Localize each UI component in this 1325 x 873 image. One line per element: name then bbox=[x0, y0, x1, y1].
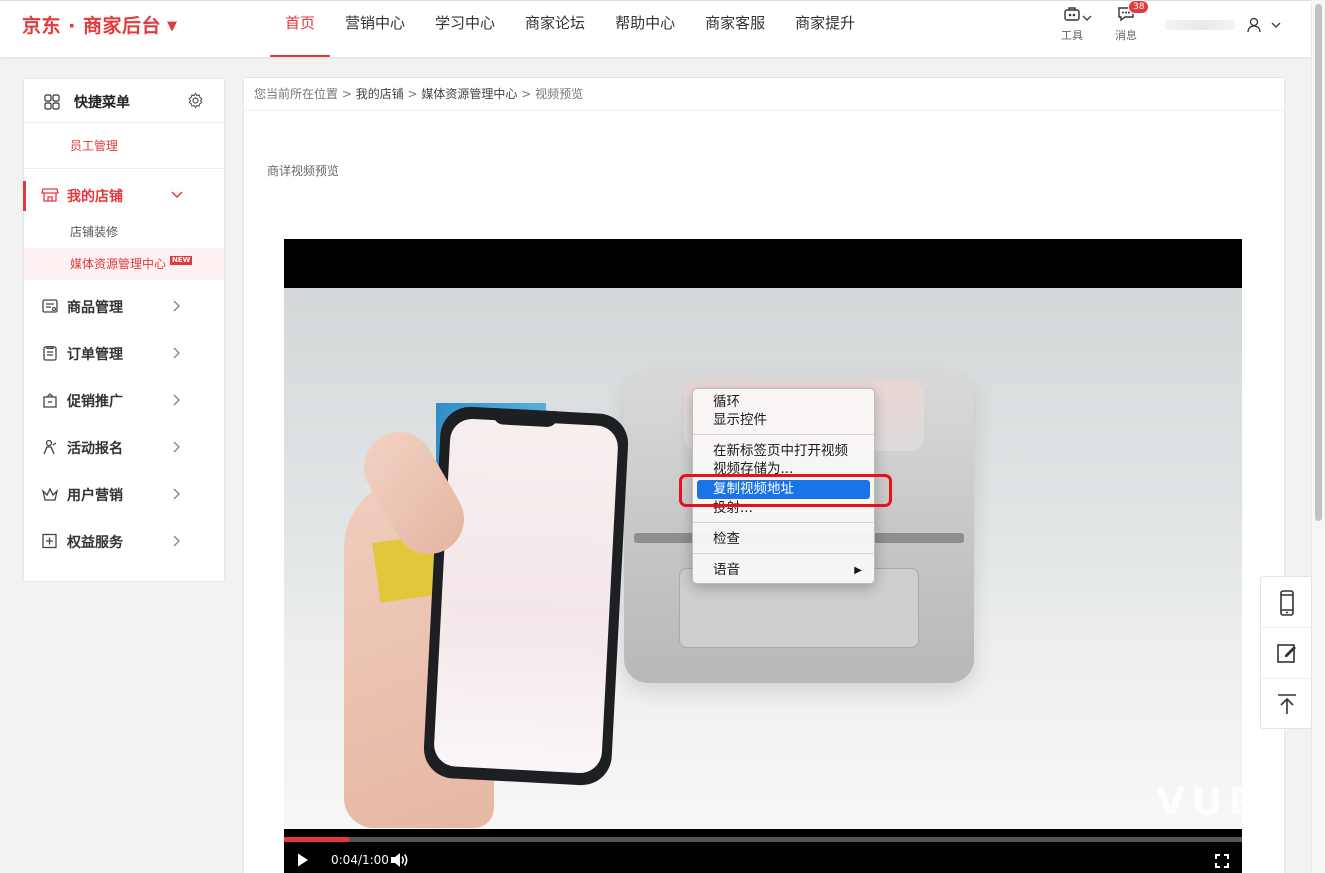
divider bbox=[693, 434, 874, 435]
plus-box-icon bbox=[42, 533, 57, 549]
product-icon bbox=[42, 299, 58, 313]
messages-label: 消息 bbox=[1115, 29, 1137, 42]
chevron-down-icon bbox=[171, 191, 183, 199]
nav-help-center[interactable]: 帮助中心 bbox=[600, 1, 690, 57]
ctx-speech-label: 语音 bbox=[713, 562, 740, 578]
ctx-open-in-new-tab[interactable]: 在新标签页中打开视频 bbox=[693, 442, 874, 461]
breadcrumb-current: 视频预览 bbox=[535, 87, 584, 101]
message-count-badge: 38 bbox=[1128, 0, 1150, 14]
ctx-inspect[interactable]: 检查 bbox=[693, 530, 874, 549]
play-icon[interactable] bbox=[296, 852, 310, 868]
nav-learning-center[interactable]: 学习中心 bbox=[420, 1, 510, 57]
sidebar-item-user-marketing[interactable]: 用户营销 bbox=[24, 475, 224, 515]
ctx-loop[interactable]: 循环 bbox=[693, 393, 874, 412]
crown-icon bbox=[41, 487, 59, 501]
mobile-phone-icon bbox=[1280, 590, 1294, 616]
grid-icon bbox=[44, 94, 60, 110]
sidebar-item-label: 权益服务 bbox=[67, 535, 123, 551]
back-to-top-button[interactable] bbox=[1261, 679, 1311, 730]
sidebar-item-label: 活动报名 bbox=[67, 441, 123, 457]
chevron-right-icon bbox=[173, 441, 180, 453]
sidebar-subitem-store-decoration[interactable]: 店铺装修 bbox=[24, 216, 224, 248]
chevron-right-icon bbox=[173, 535, 180, 547]
sidebar-subitem-label: 媒体资源管理中心 bbox=[70, 257, 167, 271]
chevron-down-icon bbox=[1271, 22, 1281, 28]
tools-button[interactable]: 工具 bbox=[1052, 6, 1092, 43]
sidebar-subitem-label: 店铺装修 bbox=[70, 225, 119, 239]
quick-item-staff-management[interactable]: 员工管理 bbox=[70, 137, 118, 154]
store-icon bbox=[41, 188, 59, 202]
breadcrumb: 您当前所在位置 > 我的店铺 > 媒体资源管理中心 > 视频预览 bbox=[244, 78, 1284, 111]
chevron-right-icon bbox=[173, 488, 180, 500]
sidebar-item-label: 用户营销 bbox=[67, 488, 123, 504]
video-progress-bar[interactable] bbox=[284, 837, 1242, 842]
sidebar-item-label: 促销推广 bbox=[67, 394, 123, 410]
quick-menu-title: 快捷菜单 bbox=[74, 95, 130, 111]
top-header: 京东 · 商家后台 ▼ 首页 营销中心 学习中心 商家论坛 帮助中心 商家客服 商… bbox=[0, 0, 1311, 57]
logo-caret-icon[interactable]: ▼ bbox=[167, 19, 178, 34]
sidebar-item-label: 商品管理 bbox=[67, 300, 123, 316]
order-icon bbox=[43, 345, 57, 361]
new-badge: NEW bbox=[170, 256, 193, 265]
user-menu[interactable] bbox=[1165, 15, 1295, 35]
breadcrumb-prefix: 您当前所在位置 > bbox=[254, 87, 356, 101]
section-title: 商详视频预览 bbox=[267, 164, 340, 178]
user-icon bbox=[1247, 17, 1261, 33]
breadcrumb-separator: > bbox=[403, 87, 422, 101]
submenu-arrow-icon: ▶ bbox=[854, 565, 862, 576]
divider bbox=[693, 553, 874, 554]
divider bbox=[24, 168, 224, 169]
sidebar-item-label: 我的店铺 bbox=[67, 189, 123, 205]
nav-marketing-center[interactable]: 营销中心 bbox=[330, 1, 420, 57]
chevron-down-icon bbox=[1082, 15, 1092, 21]
video-time: 0:04/1:00 bbox=[331, 853, 389, 867]
toolbox-icon bbox=[1064, 7, 1080, 21]
feedback-button[interactable] bbox=[1261, 628, 1311, 679]
ctx-speech[interactable]: 语音 ▶ bbox=[693, 561, 874, 580]
breadcrumb-separator: > bbox=[517, 87, 536, 101]
nav-merchant-service[interactable]: 商家客服 bbox=[690, 1, 780, 57]
ctx-show-controls[interactable]: 显示控件 bbox=[693, 411, 874, 430]
jd-merchant-logo[interactable]: 京东 · 商家后台 ▼ bbox=[22, 11, 177, 38]
main-nav: 首页 营销中心 学习中心 商家论坛 帮助中心 商家客服 商家提升 bbox=[270, 1, 870, 57]
nav-merchant-forum[interactable]: 商家论坛 bbox=[510, 1, 600, 57]
video-watermark: VUE bbox=[1156, 780, 1242, 824]
tools-label: 工具 bbox=[1061, 29, 1083, 42]
divider bbox=[693, 522, 874, 523]
blurred-username bbox=[1165, 20, 1235, 30]
sidebar-item-my-store[interactable]: 我的店铺 bbox=[24, 176, 224, 216]
activity-icon bbox=[43, 439, 57, 455]
messages-button[interactable]: 38 消息 bbox=[1112, 0, 1150, 43]
scrollbar-thumb[interactable] bbox=[1315, 4, 1322, 521]
volume-icon[interactable] bbox=[390, 852, 408, 868]
nav-merchant-improve[interactable]: 商家提升 bbox=[780, 1, 870, 57]
video-progress-fill bbox=[284, 837, 350, 842]
breadcrumb-media-center[interactable]: 媒体资源管理中心 bbox=[421, 87, 517, 101]
sidebar-item-orders[interactable]: 订单管理 bbox=[24, 334, 224, 374]
arrow-up-to-top-icon bbox=[1278, 694, 1296, 714]
floating-toolbar bbox=[1260, 576, 1312, 729]
gear-icon[interactable] bbox=[187, 92, 204, 109]
edit-icon bbox=[1277, 644, 1296, 663]
sidebar-subitem-media-center[interactable]: 媒体资源管理中心 NEW bbox=[24, 248, 224, 280]
video-scene-phone bbox=[422, 405, 630, 787]
annotation-highlight-box bbox=[679, 474, 892, 507]
fullscreen-icon[interactable] bbox=[1215, 854, 1229, 868]
sidebar-item-activity-signup[interactable]: 活动报名 bbox=[24, 428, 224, 468]
page-scrollbar[interactable] bbox=[1311, 0, 1325, 873]
sidebar-item-label: 订单管理 bbox=[67, 347, 123, 363]
sidebar: 快捷菜单 员工管理 我的店铺 店铺装修 媒体资源管理中心 NEW 商品管理 订单管… bbox=[23, 78, 225, 582]
promotion-icon bbox=[43, 393, 57, 408]
chevron-right-icon bbox=[173, 300, 180, 312]
sidebar-item-promotion[interactable]: 促销推广 bbox=[24, 381, 224, 421]
mobile-preview-button[interactable] bbox=[1261, 577, 1311, 628]
chevron-right-icon bbox=[173, 394, 180, 406]
chevron-right-icon bbox=[173, 347, 180, 359]
breadcrumb-my-store[interactable]: 我的店铺 bbox=[356, 87, 404, 101]
quick-menu-header: 快捷菜单 bbox=[24, 79, 224, 123]
sidebar-item-rights-service[interactable]: 权益服务 bbox=[24, 522, 224, 562]
nav-home[interactable]: 首页 bbox=[270, 1, 331, 57]
sidebar-item-products[interactable]: 商品管理 bbox=[24, 287, 224, 327]
